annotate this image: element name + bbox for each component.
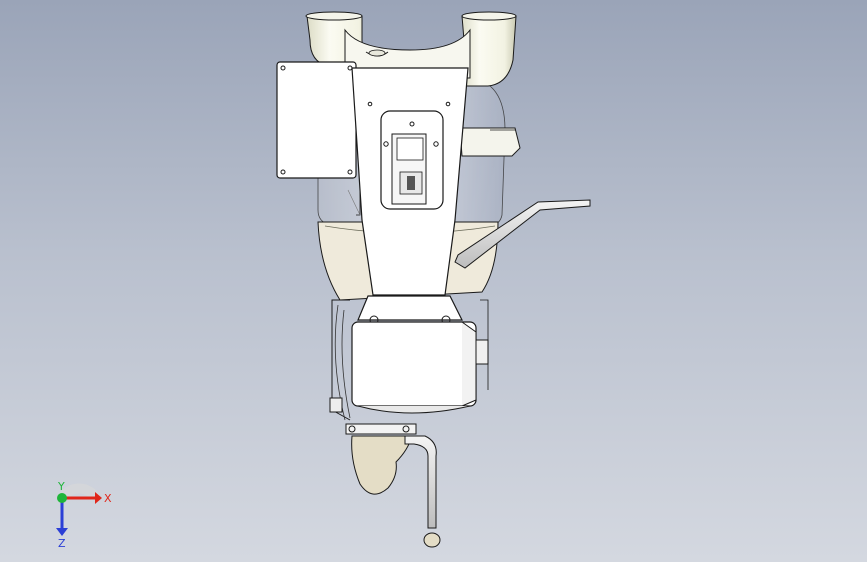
y-axis-marker — [57, 493, 67, 503]
z-axis-arrow — [56, 528, 68, 536]
rod-tip — [423, 532, 441, 548]
axis-triad: X Y Z — [40, 478, 120, 550]
x-axis-label: X — [104, 492, 112, 505]
lower-fin — [351, 435, 413, 495]
top-right-pipe-cap — [461, 11, 517, 21]
cad-viewport[interactable]: X Y Z — [0, 0, 867, 562]
left-cover-plate — [276, 61, 357, 179]
lower-rod — [404, 435, 437, 529]
motor-housing — [351, 321, 477, 407]
side-bracket — [459, 127, 521, 157]
robot-assembly-model[interactable] — [0, 0, 867, 562]
y-axis-label: Y — [57, 480, 65, 493]
triad-axes — [56, 483, 102, 536]
lower-flange — [345, 423, 417, 435]
top-left-pipe-cap — [305, 11, 363, 21]
z-axis-label: Z — [58, 537, 66, 548]
